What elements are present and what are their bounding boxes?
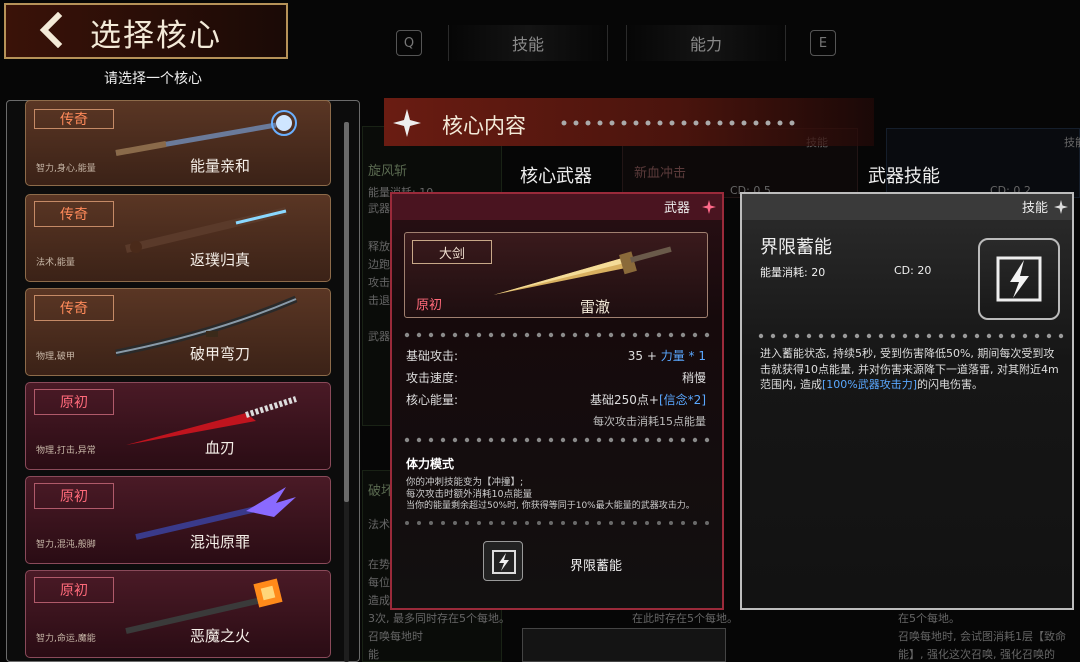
header-dots <box>561 120 795 126</box>
lightning-skill-icon <box>978 238 1060 320</box>
page-title: 选择核心 <box>90 18 222 54</box>
bg-left-line: 击退 <box>368 294 390 307</box>
bg-left-skill-name: 旋风斩 <box>368 164 408 179</box>
weapon-skill-name: 界限蓄能 <box>570 559 623 574</box>
core-name: 能量亲和 <box>189 157 250 175</box>
core-card[interactable]: 传奇 智力,身心,能量 能量亲和 <box>25 100 331 186</box>
stat-label: 基础攻击: <box>406 349 459 363</box>
divider-dots <box>758 333 1064 339</box>
energy-note: 每次攻击消耗15点能量 <box>593 415 706 428</box>
divider-dots <box>405 521 709 525</box>
core-card[interactable]: 原初 物理,打击,异常 血刃 <box>25 382 331 470</box>
skill-cooldown: CD: 20 <box>894 264 932 277</box>
key-hint-e[interactable]: E <box>810 30 836 56</box>
weapon-card-label: 武器 <box>664 201 691 216</box>
star-icon <box>1054 200 1068 214</box>
tab-ability[interactable]: 能力 <box>626 25 786 61</box>
bg-lower-left-line: 召唤每地时 <box>368 630 423 643</box>
bg-lower-left-line: 每位 <box>368 576 390 589</box>
bg-lower-right-line: 在5个每地。 <box>898 612 960 625</box>
core-tags: 物理,破甲 <box>36 352 75 362</box>
bg-left-line: 释放 <box>368 240 390 253</box>
core-tags: 物理,打击,异常 <box>36 446 96 456</box>
skill-description: 进入蓄能状态, 持续5秒, 受到伤害降低50%, 期间每次受到攻击就获得10点能… <box>760 347 1059 391</box>
core-name: 破甲弯刀 <box>189 345 250 363</box>
bg-lower-left-line: 在势 <box>368 558 390 571</box>
pink-star-icon <box>702 200 716 214</box>
bg-right-tag: 技能 <box>1064 136 1080 149</box>
stat-value: 稍慢 <box>681 371 706 385</box>
skill-name: 界限蓄能 <box>760 237 832 258</box>
key-hint-q[interactable]: Q <box>396 30 422 56</box>
bg-lower-right-line: 能】, 强化这次召唤, 强化召唤的 <box>898 648 1055 661</box>
stat-value: 35 + 力量 * 1 <box>627 349 706 363</box>
skill-card-label: 技能 <box>1022 201 1049 216</box>
bg-left-line: 武器 <box>368 330 390 343</box>
star-icon <box>393 109 421 137</box>
bg-lower-left-line: 3次, 最多同时存在5个每地。 <box>368 612 510 625</box>
weapon-name: 雷澈 <box>580 298 611 316</box>
skill-energy-cost: 能量消耗: 20 <box>760 266 826 279</box>
weapon-skill-section-title: 武器技能 <box>868 166 940 187</box>
core-card[interactable]: 传奇 物理,破甲 破甲弯刀 <box>25 288 331 376</box>
core-weapon-section-title: 核心武器 <box>520 166 592 187</box>
mode-title: 体力模式 <box>406 457 455 471</box>
back-arrow-icon[interactable] <box>34 11 70 49</box>
mode-line: 当你的能量剩余超过50%时, 你获得等同于10%最大能量的武器攻击力。 <box>406 501 695 511</box>
core-name: 血刃 <box>204 439 235 457</box>
bg-left-line: 攻击 <box>368 276 390 289</box>
core-card[interactable]: 传奇 法术,能量 返璞归真 <box>25 194 331 282</box>
bg-left-line: 边跑 <box>368 258 390 271</box>
core-name: 混沌原罪 <box>189 533 250 551</box>
core-tags: 智力,混沌,般脚 <box>36 540 96 550</box>
core-name: 恶魔之火 <box>189 627 250 645</box>
bg-lower-right-line: 召唤每地时, 会试图消耗1层【致命 <box>898 630 1066 643</box>
bg-lower-mid-stub <box>522 628 726 662</box>
weapon-rarity: 原初 <box>416 298 443 313</box>
core-tags: 智力,命运,魔能 <box>36 634 96 644</box>
stat-value: 基础250点+[信念*2] <box>590 393 706 407</box>
page-subtitle: 请选择一个核心 <box>104 71 202 87</box>
core-content-title: 核心内容 <box>442 114 526 138</box>
divider-dots <box>404 437 710 443</box>
bg-lower-left-line: 能 <box>368 648 379 661</box>
tab-skill[interactable]: 技能 <box>448 25 608 61</box>
list-scroll-thumb[interactable] <box>344 122 349 502</box>
bg-left-line: 武器 <box>368 202 390 215</box>
core-tags: 智力,身心,能量 <box>36 164 96 174</box>
stat-label: 核心能量: <box>406 393 459 407</box>
core-tags: 法术,能量 <box>36 258 75 268</box>
core-card[interactable]: 原初 智力,混沌,般脚 混沌原罪 <box>25 476 331 564</box>
core-name: 返璞归真 <box>189 251 250 269</box>
bg-lower-mid-line: 在此时存在5个每地。 <box>632 612 738 625</box>
bg-lower-left-line: 造成 <box>368 594 390 607</box>
bg-mid-skill-name: 新血冲击 <box>634 166 687 181</box>
core-card[interactable]: 原初 智力,命运,魔能 恶魔之火 <box>25 570 331 658</box>
divider-dots <box>404 332 710 338</box>
greatsword-icon <box>493 246 672 295</box>
bg-lower-left-line: 法术 <box>368 518 390 531</box>
stat-label: 攻击速度: <box>406 371 459 385</box>
lightning-skill-icon[interactable] <box>483 541 523 581</box>
